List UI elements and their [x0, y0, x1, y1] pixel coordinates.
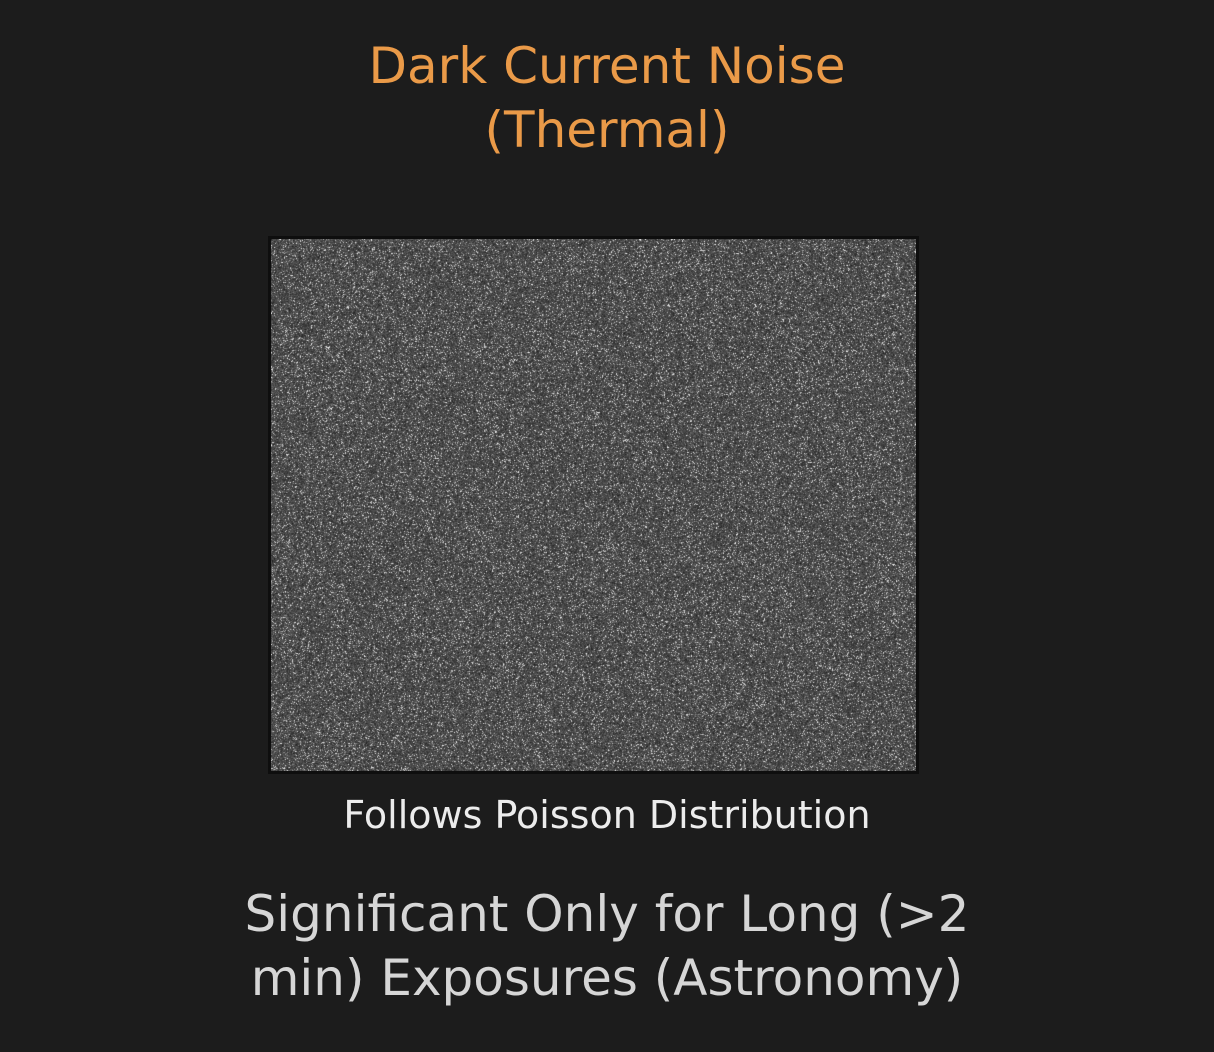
slide-note-line-2: min) Exposures (Astronomy)	[250, 949, 964, 1007]
slide-note: Significant Only for Long (>2 min) Expos…	[0, 882, 1214, 1010]
slide-title: Dark Current Noise (Thermal)	[0, 34, 1214, 162]
image-caption: Follows Poisson Distribution	[343, 793, 871, 837]
noise-texture	[271, 239, 916, 771]
slide-note-line-1: Significant Only for Long (>2	[244, 885, 970, 943]
slide-title-line-1: Dark Current Noise	[368, 37, 846, 95]
slide-title-line-2: (Thermal)	[484, 101, 730, 159]
dark-current-noise-image	[268, 236, 919, 774]
